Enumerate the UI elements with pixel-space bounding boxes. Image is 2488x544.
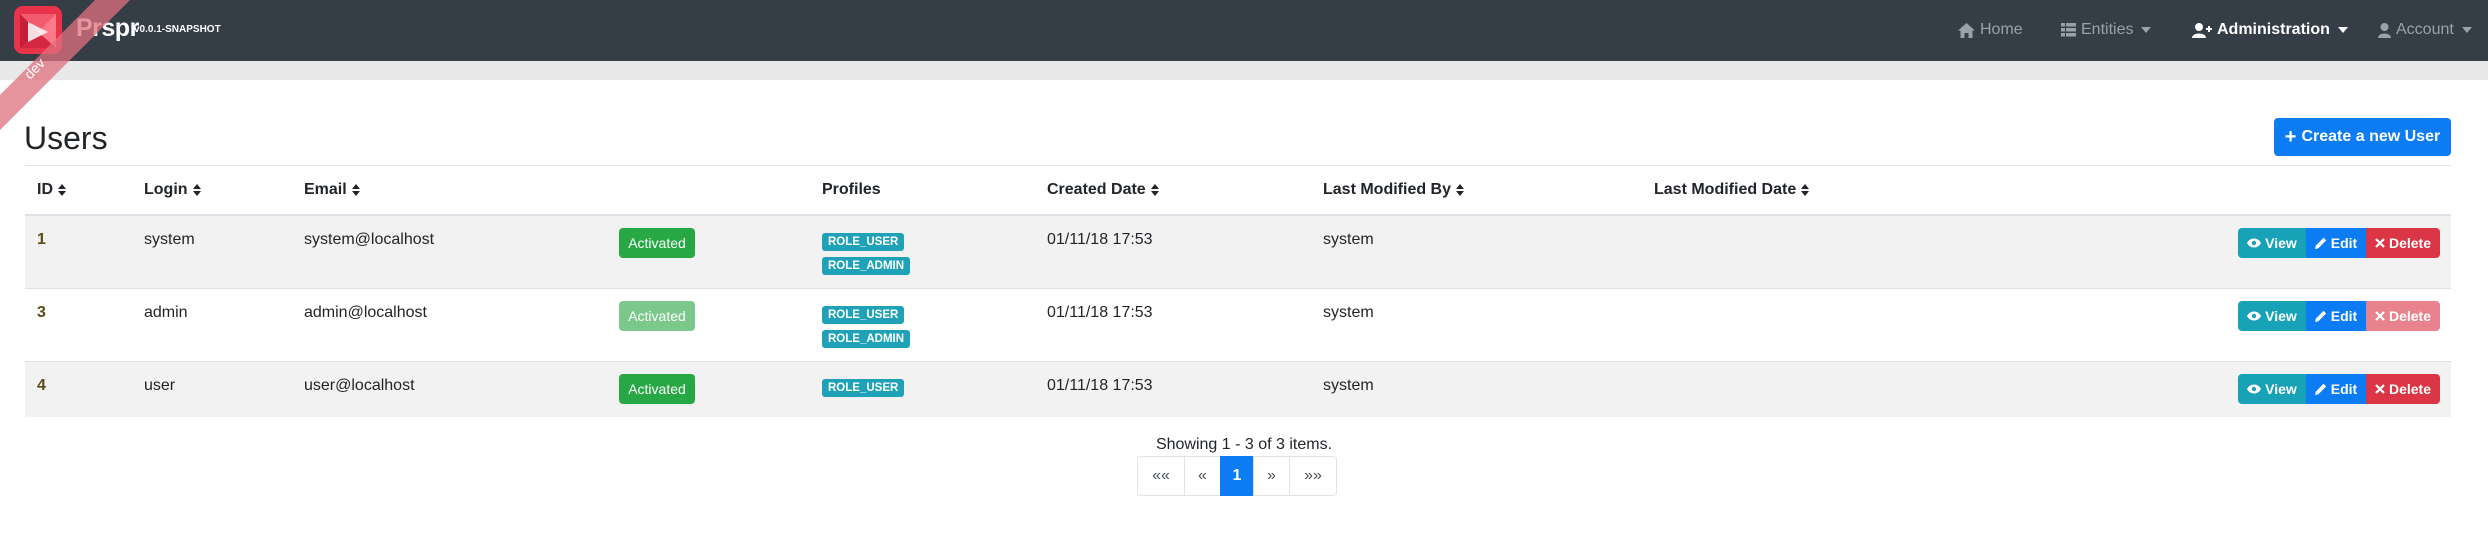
eye-icon (2247, 238, 2262, 248)
delete-button: Delete (2366, 301, 2440, 331)
nav-entities[interactable]: Entities (2061, 19, 2152, 41)
page-prev-button[interactable]: « (1184, 456, 1221, 496)
brand-logo-icon[interactable] (14, 6, 62, 54)
eye-icon (2247, 384, 2262, 394)
nav-home[interactable]: Home (1958, 19, 2023, 41)
role-badge: ROLE_ADMIN (822, 330, 911, 348)
header-created-date-label: Created Date (1047, 181, 1146, 198)
table-row (25, 216, 2451, 288)
pencil-icon (2314, 237, 2326, 249)
status-badge: Activated (619, 301, 695, 331)
row-id[interactable]: 1 (37, 231, 46, 249)
sort-icon (1456, 184, 1465, 196)
page-next-button[interactable]: » (1253, 456, 1290, 496)
close-icon (2375, 238, 2385, 248)
chevron-down-icon (2337, 27, 2348, 33)
header-last-modified-date[interactable]: Last Modified Date (1654, 181, 1810, 199)
close-icon (2375, 311, 2385, 321)
row-id[interactable]: 3 (37, 304, 46, 322)
home-icon (1958, 22, 1975, 38)
create-user-button[interactable]: + Create a new User (2274, 118, 2451, 156)
subheader-bar (0, 61, 2488, 80)
row-actions: View Edit Delete (2238, 374, 2440, 404)
chevron-down-icon (2461, 27, 2472, 33)
row-actions: View Edit Delete (2238, 228, 2440, 258)
status-badge[interactable]: Activated (619, 374, 695, 404)
row-actions: View Edit Delete (2238, 301, 2440, 331)
nav-administration-label: Administration (2217, 21, 2330, 38)
header-profiles-label: Profiles (822, 181, 881, 198)
row-last-modified-by: system (1323, 231, 1374, 248)
table-row (25, 289, 2451, 361)
page-last-button[interactable]: »» (1289, 456, 1337, 496)
header-login[interactable]: Login (144, 181, 201, 199)
page-current-button[interactable]: 1 (1220, 456, 1254, 496)
header-last-modified-by-label: Last Modified By (1323, 181, 1452, 198)
list-icon (2061, 23, 2076, 37)
header-last-modified-by[interactable]: Last Modified By (1323, 181, 1465, 199)
delete-button[interactable]: Delete (2366, 228, 2440, 258)
row-login: admin (144, 304, 188, 321)
header-login-label: Login (144, 181, 188, 198)
create-user-label: Create a new User (2301, 128, 2441, 145)
nav-home-label: Home (1980, 21, 2023, 38)
row-email: system@localhost (304, 231, 435, 248)
user-icon (2378, 22, 2391, 38)
row-last-modified-by: system (1323, 377, 1374, 394)
header-created-date[interactable]: Created Date (1047, 181, 1159, 199)
sort-icon (351, 184, 360, 196)
pagination: «« « 1 » »» (1137, 456, 1337, 496)
view-button[interactable]: View (2238, 374, 2306, 404)
pencil-icon (2314, 310, 2326, 322)
brand-title[interactable]: Prspr (76, 14, 139, 43)
edit-button[interactable]: Edit (2306, 228, 2366, 258)
brand-version: v0.0.1-SNAPSHOT (134, 24, 221, 35)
header-email[interactable]: Email (304, 181, 360, 199)
user-plus-icon (2192, 22, 2212, 38)
nav-account[interactable]: Account (2378, 19, 2472, 41)
edit-button[interactable]: Edit (2306, 301, 2366, 331)
close-icon (2375, 384, 2385, 394)
row-created-date: 01/11/18 17:53 (1047, 377, 1153, 394)
header-id-label: ID (37, 181, 53, 198)
page-first-button[interactable]: «« (1137, 456, 1185, 496)
pagination-summary: Showing 1 - 3 of 3 items. (1155, 436, 1333, 453)
row-id[interactable]: 4 (37, 377, 46, 395)
pencil-icon (2314, 383, 2326, 395)
chevron-down-icon (2141, 27, 2152, 33)
row-email: user@localhost (304, 377, 415, 394)
eye-icon (2247, 311, 2262, 321)
page-title: Users (24, 120, 108, 156)
role-badge: ROLE_USER (822, 379, 905, 397)
view-button[interactable]: View (2238, 301, 2306, 331)
header-id[interactable]: ID (37, 181, 66, 199)
row-created-date: 01/11/18 17:53 (1047, 304, 1153, 321)
navbar: Prspr v0.0.1-SNAPSHOT Home Entities Admi… (0, 0, 2488, 61)
sort-icon (1150, 184, 1159, 196)
row-last-modified-by: system (1323, 304, 1374, 321)
sort-icon (58, 184, 66, 196)
role-badge: ROLE_USER (822, 233, 905, 251)
row-login: user (144, 377, 176, 394)
plus-icon: + (2284, 125, 2297, 148)
row-email: admin@localhost (304, 304, 427, 321)
view-button[interactable]: View (2238, 228, 2306, 258)
sort-icon (192, 184, 201, 196)
role-badge: ROLE_ADMIN (822, 257, 911, 275)
role-badge: ROLE_USER (822, 306, 905, 324)
nav-entities-label: Entities (2081, 21, 2134, 38)
delete-button[interactable]: Delete (2366, 374, 2440, 404)
header-email-label: Email (304, 181, 347, 198)
header-profiles: Profiles (822, 181, 881, 199)
status-badge[interactable]: Activated (619, 228, 695, 258)
header-last-modified-date-label: Last Modified Date (1654, 181, 1797, 198)
row-login: system (144, 231, 195, 248)
sort-icon (1801, 184, 1810, 196)
nav-administration[interactable]: Administration (2192, 19, 2348, 41)
edit-button[interactable]: Edit (2306, 374, 2366, 404)
nav-account-label: Account (2396, 21, 2454, 38)
divider (25, 165, 2451, 166)
row-created-date: 01/11/18 17:53 (1047, 231, 1153, 248)
